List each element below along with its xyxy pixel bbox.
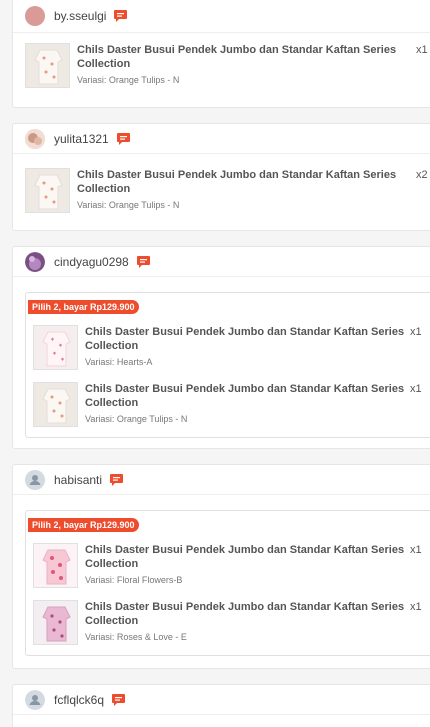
order-card: by.sseulgi Chils Daster Busui Pendek Jum… <box>12 0 430 108</box>
product-thumbnail[interactable] <box>33 543 78 588</box>
product-thumbnail[interactable] <box>25 168 70 213</box>
bundle-group: Pilih 2, bayar Rp129.900 Chils Daster Bu… <box>25 510 430 656</box>
product-info: Chils Daster Busui Pendek Jumbo dan Stan… <box>77 43 412 88</box>
product-thumbnail[interactable] <box>33 600 78 645</box>
chat-icon[interactable] <box>116 132 130 145</box>
product-quantity: x1 <box>416 44 428 56</box>
order-card: yulita1321 Chils Daster Busui Pendek Jum… <box>12 123 430 231</box>
avatar[interactable] <box>25 5 45 26</box>
product-title[interactable]: Chils Daster Busui Pendek Jumbo dan Stan… <box>85 382 407 410</box>
product-info: Chils Daster Busui Pendek Jumbo dan Stan… <box>85 382 407 427</box>
product-quantity: x1 <box>410 544 422 556</box>
product-title[interactable]: Chils Daster Busui Pendek Jumbo dan Stan… <box>77 43 407 71</box>
product-item[interactable]: Chils Daster Busui Pendek Jumbo dan Stan… <box>33 600 422 645</box>
product-info: Chils Daster Busui Pendek Jumbo dan Stan… <box>77 168 412 213</box>
product-info: Chils Daster Busui Pendek Jumbo dan Stan… <box>85 325 407 370</box>
product-quantity: x1 <box>410 601 422 613</box>
avatar[interactable] <box>25 251 45 272</box>
product-title[interactable]: Chils Daster Busui Pendek Jumbo dan Stan… <box>85 600 407 628</box>
username[interactable]: fcflqlck6q <box>54 693 104 707</box>
order-card: cindyagu0298 Pilih 2, bayar Rp129.900 Ch… <box>12 246 430 449</box>
product-item[interactable]: Chils Daster Busui Pendek Jumbo dan Stan… <box>25 168 428 213</box>
product-variation: Variasi: Roses & Love - E <box>85 632 187 642</box>
product-title[interactable]: Chils Daster Busui Pendek Jumbo dan Stan… <box>77 168 407 196</box>
product-info: Chils Daster Busui Pendek Jumbo dan Stan… <box>85 600 407 645</box>
product-item[interactable]: Chils Daster Busui Pendek Jumbo dan Stan… <box>25 43 428 88</box>
product-info: Chils Daster Busui Pendek Jumbo dan Stan… <box>85 543 407 588</box>
card-header: by.sseulgi <box>13 0 430 33</box>
product-quantity: x1 <box>410 383 422 395</box>
avatar[interactable] <box>25 469 45 490</box>
product-item[interactable]: Chils Daster Busui Pendek Jumbo dan Stan… <box>33 543 422 588</box>
chat-icon[interactable] <box>110 473 124 486</box>
order-card: habisanti Pilih 2, bayar Rp129.900 Chils… <box>12 464 430 669</box>
card-header: yulita1321 <box>13 124 430 154</box>
order-card: fcflqlck6q <box>12 684 430 727</box>
product-thumbnail[interactable] <box>33 325 78 370</box>
username[interactable]: cindyagu0298 <box>54 255 129 269</box>
chat-icon[interactable] <box>112 693 126 706</box>
chat-icon[interactable] <box>136 255 150 268</box>
bundle-deal-badge[interactable]: Pilih 2, bayar Rp129.900 <box>28 300 139 314</box>
card-header: habisanti <box>13 465 430 495</box>
product-title[interactable]: Chils Daster Busui Pendek Jumbo dan Stan… <box>85 325 407 353</box>
product-variation: Variasi: Floral Flowers-B <box>85 575 183 585</box>
username[interactable]: by.sseulgi <box>54 9 106 23</box>
product-variation: Variasi: Hearts-A <box>85 357 153 367</box>
chat-icon[interactable] <box>114 9 128 22</box>
product-title[interactable]: Chils Daster Busui Pendek Jumbo dan Stan… <box>85 543 407 571</box>
product-item[interactable]: Chils Daster Busui Pendek Jumbo dan Stan… <box>33 382 422 427</box>
product-thumbnail[interactable] <box>33 382 78 427</box>
card-header: fcflqlck6q <box>13 685 430 715</box>
product-variation: Variasi: Orange Tulips - N <box>85 414 188 424</box>
product-quantity: x1 <box>410 326 422 338</box>
product-variation: Variasi: Orange Tulips - N <box>77 75 180 85</box>
username[interactable]: habisanti <box>54 473 102 487</box>
avatar[interactable] <box>25 689 45 710</box>
product-item[interactable]: Chils Daster Busui Pendek Jumbo dan Stan… <box>33 325 422 370</box>
product-thumbnail[interactable] <box>25 43 70 88</box>
bundle-group: Pilih 2, bayar Rp129.900 Chils Daster Bu… <box>25 292 430 438</box>
avatar[interactable] <box>25 128 45 149</box>
product-quantity: x2 <box>416 169 428 181</box>
product-variation: Variasi: Orange Tulips - N <box>77 200 180 210</box>
username[interactable]: yulita1321 <box>54 132 109 146</box>
card-header: cindyagu0298 <box>13 247 430 277</box>
bundle-deal-badge[interactable]: Pilih 2, bayar Rp129.900 <box>28 518 139 532</box>
